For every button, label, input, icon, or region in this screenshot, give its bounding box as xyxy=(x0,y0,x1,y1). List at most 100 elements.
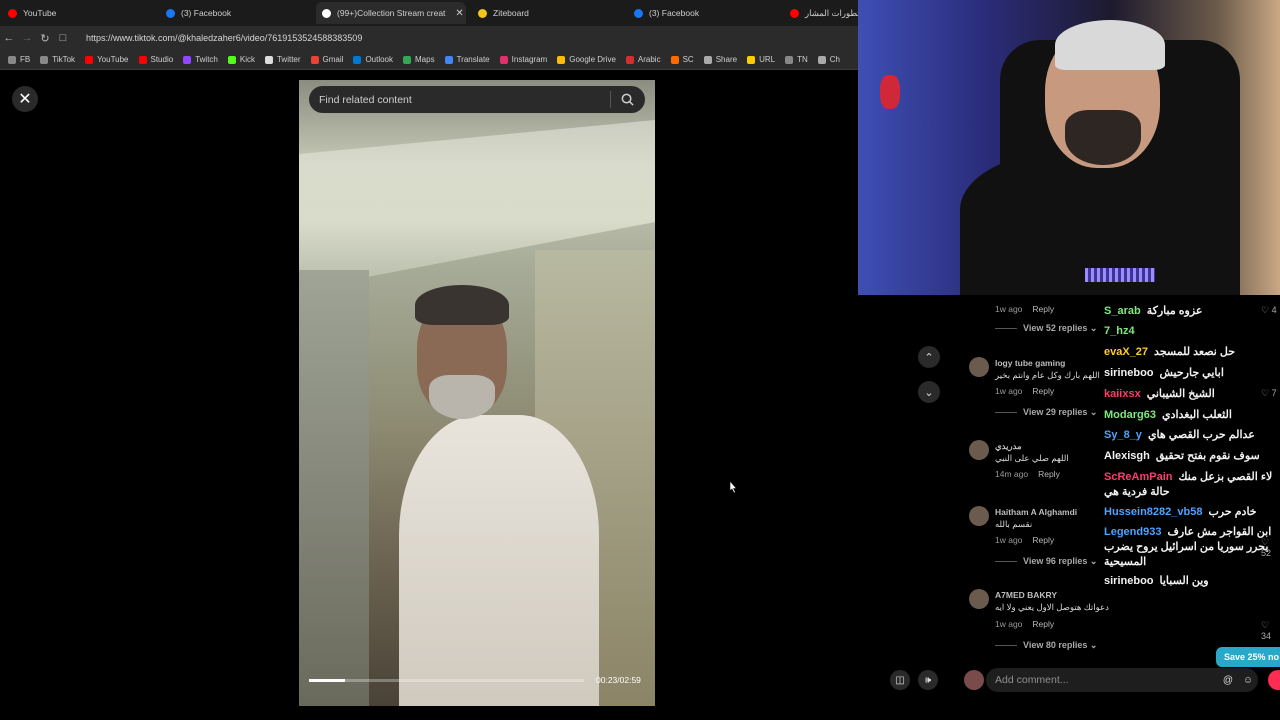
view-replies-link[interactable]: View 52 replies ⌄ xyxy=(995,323,1097,334)
bookmark-item[interactable]: Maps xyxy=(403,55,435,64)
commenter-avatar[interactable] xyxy=(969,440,989,460)
chat-message: evaX_27 حل نصعد للمسجد xyxy=(1104,345,1235,358)
bookmark-favicon-icon xyxy=(183,55,192,64)
chat-username: Alexisgh xyxy=(1104,450,1150,462)
reply-link[interactable]: Reply xyxy=(1032,386,1054,396)
bookmark-favicon-icon xyxy=(625,55,634,64)
view-replies-label: View 29 replies ⌄ xyxy=(1023,407,1098,417)
commenter-name[interactable]: A7MED BAKRY xyxy=(995,590,1057,600)
mention-icon[interactable]: @ xyxy=(1218,670,1238,690)
bookmark-item[interactable]: Twitter xyxy=(264,55,301,64)
bookmark-label: Arabic xyxy=(637,55,661,64)
bookmark-favicon-icon xyxy=(8,55,16,64)
bookmark-item[interactable]: Kick xyxy=(227,55,255,64)
bookmark-item[interactable]: FB xyxy=(8,55,30,64)
commenter-name[interactable]: logy tube gaming xyxy=(995,358,1065,368)
commenter-avatar[interactable] xyxy=(969,506,989,526)
comment-text: اللهم بارك وكل عام وانتم بخير xyxy=(995,370,1100,380)
page-bottom-edge xyxy=(0,706,1280,720)
view-replies-link[interactable]: View 80 replies ⌄ xyxy=(995,640,1097,651)
bookmark-favicon-icon xyxy=(353,55,362,64)
bookmark-item[interactable]: Twitch xyxy=(183,55,218,64)
bookmark-item[interactable]: Translate xyxy=(444,55,490,64)
bookmark-item[interactable]: Studio xyxy=(138,55,174,64)
post-comment-button[interactable] xyxy=(1268,670,1280,690)
bookmark-label: TN xyxy=(797,55,808,64)
bookmark-item[interactable]: Google Drive xyxy=(557,55,616,64)
like-count[interactable]: ♡ 4 xyxy=(1261,305,1277,316)
commenter-avatar[interactable] xyxy=(969,589,989,609)
browser-tab[interactable]: Ziteboard xyxy=(478,4,618,22)
comment-text: دعواتك هتوصل الاول يعني ولا ايه xyxy=(995,602,1109,612)
mouse-cursor-icon xyxy=(729,481,737,493)
commenter-avatar[interactable] xyxy=(969,357,989,377)
search-icon[interactable] xyxy=(620,92,635,107)
commenter-name[interactable]: مدريدي xyxy=(995,441,1022,452)
bookmark-label: Studio xyxy=(150,55,174,64)
tab-close-icon[interactable]: ✕ xyxy=(455,8,463,19)
reply-link[interactable]: Reply xyxy=(1032,535,1054,545)
bookmark-favicon-icon xyxy=(557,55,566,64)
emoji-icon[interactable]: ☺ xyxy=(1238,670,1258,690)
reply-link[interactable]: Reply xyxy=(1032,619,1054,629)
url-text[interactable]: https://www.tiktok.com/@khaledzaher6/vid… xyxy=(86,33,362,43)
bookmark-item[interactable]: URL xyxy=(747,55,775,64)
bookmark-label: TikTok xyxy=(52,55,76,64)
webcam-keyboard-lights xyxy=(1085,268,1155,282)
user-avatar xyxy=(964,670,984,690)
bookmark-item[interactable]: Instagram xyxy=(499,55,547,64)
commenter-name[interactable]: Haitham A Alghamdi xyxy=(995,507,1077,517)
bookmark-item[interactable]: TikTok xyxy=(40,55,75,64)
chat-text: ابايي جارحيش xyxy=(1159,367,1224,379)
like-count[interactable]: ♡ 34 xyxy=(1261,620,1280,641)
browser-tab[interactable]: (3) Facebook xyxy=(634,4,774,22)
forward-icon[interactable]: → xyxy=(18,32,36,44)
browser-tab[interactable]: (3) Facebook xyxy=(166,4,306,22)
save-promo-badge[interactable]: Save 25% no xyxy=(1216,647,1280,667)
chat-text: عزوه مباركة xyxy=(1146,305,1203,317)
bookmark-item[interactable]: Share xyxy=(703,55,738,64)
reload-icon[interactable]: ↻ xyxy=(36,32,54,45)
picture-in-picture-icon[interactable]: ◫ xyxy=(890,670,910,690)
search-placeholder: Find related content xyxy=(319,93,412,106)
bookmark-item[interactable]: Gmail xyxy=(310,55,343,64)
bookmark-item[interactable]: TN xyxy=(785,55,808,64)
bookmark-icon[interactable]: □ xyxy=(54,32,72,44)
tab-label: (3) Facebook xyxy=(649,8,700,18)
bookmark-favicon-icon xyxy=(785,55,794,64)
reply-link[interactable]: Reply xyxy=(1032,304,1054,314)
chat-username: Sy_8_y xyxy=(1104,429,1142,441)
like-count[interactable]: ♡ 7 xyxy=(1261,388,1277,399)
chat-message: Sy_8_y عدالم حرب القصي هاي xyxy=(1104,428,1255,441)
bookmark-label: Share xyxy=(715,55,738,64)
chat-message: 7_hz4 xyxy=(1104,325,1141,337)
browser-tab[interactable]: تطورات المشار xyxy=(790,4,858,22)
browser-tab[interactable]: YouTube xyxy=(8,4,158,22)
view-replies-label: View 96 replies ⌄ xyxy=(1023,556,1098,566)
bookmark-item[interactable]: YouTube xyxy=(85,55,129,64)
view-replies-link[interactable]: View 29 replies ⌄ xyxy=(995,407,1097,418)
tab-favicon-icon xyxy=(8,8,17,18)
comment-time: 1w ago xyxy=(995,386,1023,396)
chat-message: Hussein8282_vb58 خادم حرب xyxy=(1104,505,1257,518)
next-video-button[interactable]: ⌄ xyxy=(918,381,940,403)
close-video-button[interactable]: ✕ xyxy=(12,86,38,112)
bookmark-item[interactable]: Ch xyxy=(817,55,840,64)
volume-icon[interactable]: 🕪 xyxy=(918,670,938,690)
browser-tab[interactable]: (99+)Collection Stream creat ✕ xyxy=(316,2,466,24)
chat-text: وين السبايا xyxy=(1159,575,1209,587)
back-icon[interactable]: ← xyxy=(0,32,18,44)
reply-link[interactable]: Reply xyxy=(1038,469,1060,479)
video-player[interactable] xyxy=(299,80,655,706)
tab-label: (99+)Collection Stream creat xyxy=(337,8,446,18)
bookmark-item[interactable]: SC xyxy=(670,55,694,64)
chat-text: حالة فردية هي xyxy=(1104,486,1170,498)
chat-username: S_arab xyxy=(1104,305,1141,317)
bookmark-item[interactable]: Arabic xyxy=(625,55,661,64)
view-replies-label: View 52 replies ⌄ xyxy=(1023,323,1098,333)
video-progress-bar[interactable] xyxy=(309,679,584,682)
find-related-search[interactable]: Find related content xyxy=(309,86,645,113)
bookmark-item[interactable]: Outlook xyxy=(353,55,393,64)
previous-video-button[interactable]: ⌃ xyxy=(918,346,940,368)
view-replies-link[interactable]: View 96 replies ⌄ xyxy=(995,556,1097,567)
